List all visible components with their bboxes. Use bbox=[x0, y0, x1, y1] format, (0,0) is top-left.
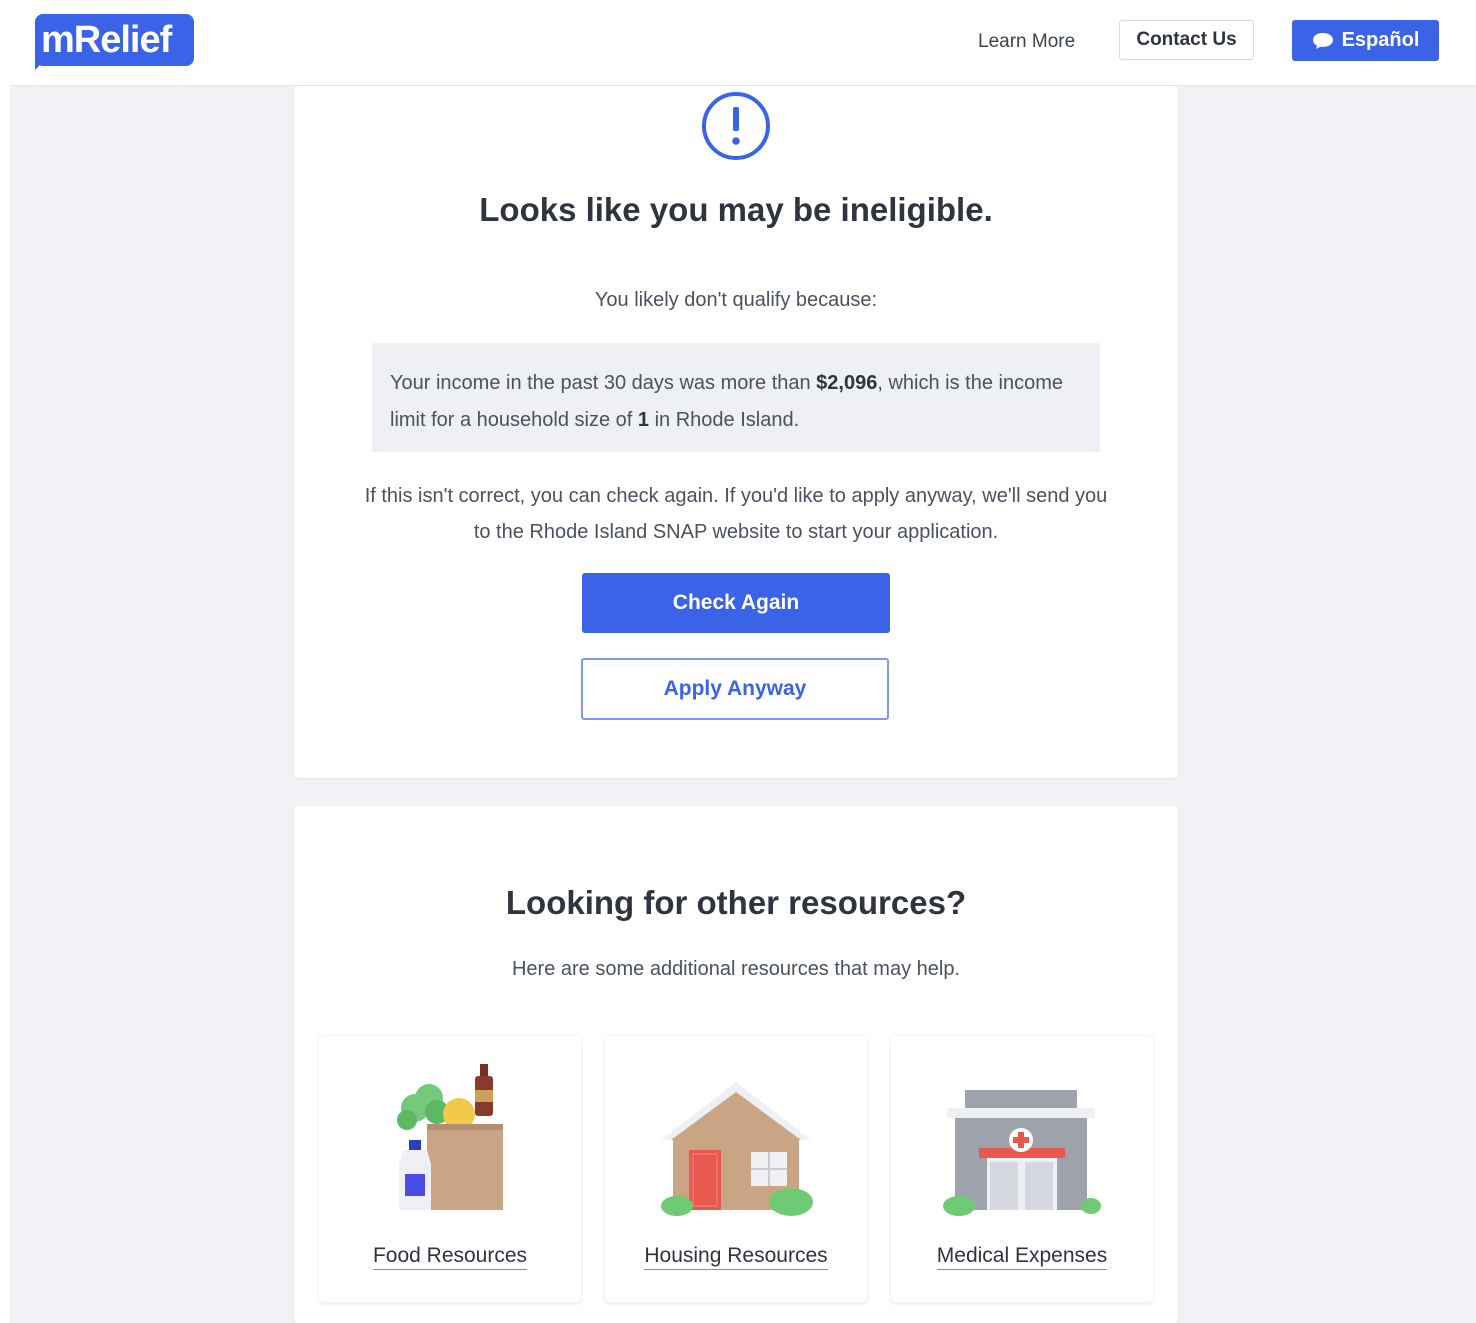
medical-expenses-card[interactable]: Medical Expenses bbox=[891, 1036, 1153, 1302]
housing-resources-card[interactable]: Housing Resources bbox=[605, 1036, 867, 1302]
result-subtitle: You likely don't qualify because: bbox=[594, 289, 878, 311]
housing-resources-link[interactable]: Housing Resources bbox=[605, 1244, 867, 1270]
food-resources-card[interactable]: Food Resources bbox=[319, 1036, 581, 1302]
top-navbar: mRelief Learn More Contact Us Español bbox=[10, 0, 1476, 86]
contact-us-button[interactable]: Contact Us bbox=[1119, 20, 1254, 60]
exclamation-circle-icon bbox=[702, 92, 770, 160]
medical-expenses-label: Medical Expenses bbox=[936, 1244, 1108, 1270]
medical-expenses-link[interactable]: Medical Expenses bbox=[891, 1244, 1153, 1270]
ineligible-result-card: Looks like you may be ineligible. You li… bbox=[294, 86, 1178, 778]
income-limit-amount: $2,096 bbox=[816, 372, 878, 394]
food-resources-label: Food Resources bbox=[372, 1244, 528, 1270]
household-size-value: 1 bbox=[637, 409, 650, 431]
reason-text-1: Your income in the past 30 days was more… bbox=[390, 372, 817, 394]
food-resources-link[interactable]: Food Resources bbox=[319, 1244, 581, 1270]
hospital-icon bbox=[943, 1090, 1101, 1216]
resources-subtitle: Here are some additional resources that … bbox=[511, 958, 960, 980]
housing-resources-label: Housing Resources bbox=[644, 1244, 828, 1270]
espanol-button[interactable]: Español bbox=[1292, 20, 1439, 61]
result-title: Looks like you may be ineligible. bbox=[479, 191, 993, 228]
mrelief-logo[interactable]: mRelief bbox=[35, 14, 195, 70]
chat-bubble-icon bbox=[1312, 32, 1333, 49]
logo-text: mRelief bbox=[41, 19, 172, 61]
apply-anyway-button[interactable]: Apply Anyway bbox=[581, 658, 889, 720]
other-resources-card: Looking for other resources? Here are so… bbox=[294, 806, 1178, 1323]
house-icon bbox=[661, 1082, 813, 1216]
learn-more-link[interactable]: Learn More bbox=[978, 31, 1075, 53]
grocery-bag-icon bbox=[397, 1064, 503, 1210]
ineligibility-reason-box: Your income in the past 30 days was more… bbox=[372, 343, 1100, 452]
resources-title: Looking for other resources? bbox=[505, 884, 967, 921]
espanol-label: Español bbox=[1341, 29, 1420, 51]
result-note: If this isn't correct, you can check aga… bbox=[364, 485, 1108, 543]
check-again-button[interactable]: Check Again bbox=[582, 573, 890, 633]
reason-text-3: in Rhode Island. bbox=[649, 409, 800, 431]
